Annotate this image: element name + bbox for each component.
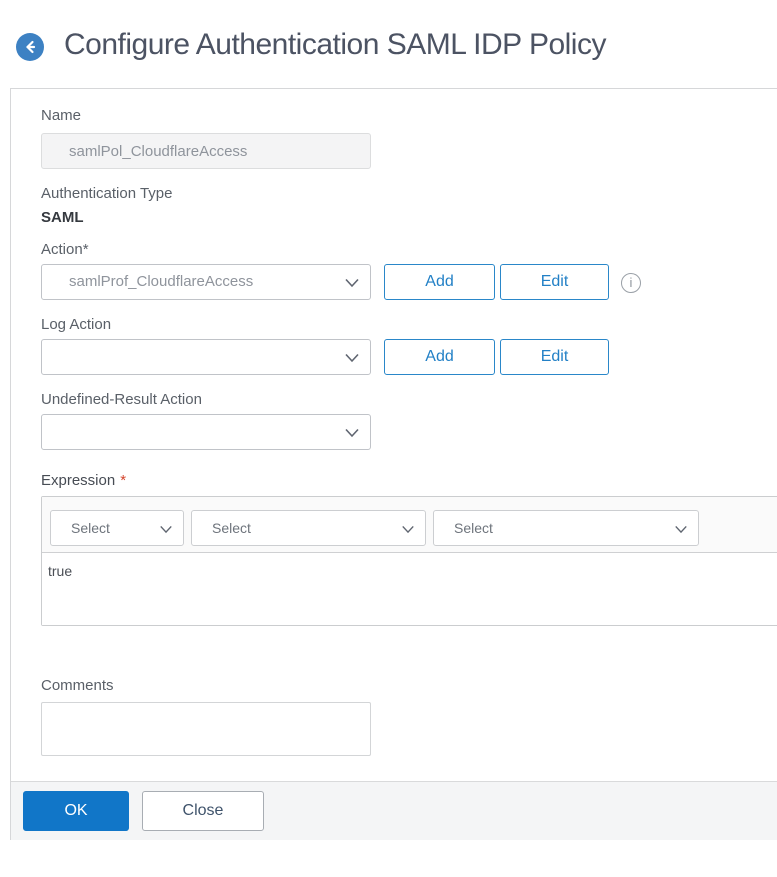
authentication-type-value: SAML	[41, 209, 84, 226]
comments-textarea[interactable]	[41, 702, 371, 756]
log-action-edit-button[interactable]: Edit	[500, 339, 609, 375]
action-select[interactable]: samlProf_CloudflareAccess	[41, 264, 371, 300]
expression-toolbar: Select Select Select	[42, 497, 777, 553]
expression-select-1[interactable]: Select	[50, 510, 184, 546]
action-add-button[interactable]: Add	[384, 264, 495, 300]
expression-required-marker: *	[120, 472, 127, 489]
expression-label: Expression *	[41, 472, 127, 489]
log-action-add-button[interactable]: Add	[384, 339, 495, 375]
back-button[interactable]	[16, 33, 44, 61]
undefined-result-action-select[interactable]	[41, 414, 371, 450]
action-select-value: samlProf_CloudflareAccess	[69, 273, 254, 290]
close-button[interactable]: Close	[142, 791, 264, 831]
expression-select-3-value: Select	[454, 520, 493, 536]
expression-builder: Select Select Select true	[41, 496, 777, 626]
page-title: Configure Authentication SAML IDP Policy	[64, 28, 606, 61]
expression-select-2-value: Select	[212, 520, 251, 536]
chevron-down-icon	[344, 426, 360, 444]
log-action-label: Log Action	[41, 316, 112, 333]
authentication-type-label: Authentication Type	[41, 185, 173, 202]
name-input	[41, 133, 371, 169]
comments-label: Comments	[41, 677, 114, 694]
arrow-left-icon	[22, 39, 38, 55]
action-required-marker: *	[82, 241, 89, 258]
action-label: Action*	[41, 241, 89, 258]
chevron-down-icon	[674, 522, 688, 540]
expression-select-3[interactable]: Select	[433, 510, 699, 546]
expression-select-2[interactable]: Select	[191, 510, 426, 546]
chevron-down-icon	[159, 522, 173, 540]
chevron-down-icon	[344, 351, 360, 369]
expression-textarea[interactable]: true	[42, 553, 777, 625]
action-edit-button[interactable]: Edit	[500, 264, 609, 300]
dialog-footer: OK Close	[11, 781, 777, 840]
log-action-select[interactable]	[41, 339, 371, 375]
page-header: Configure Authentication SAML IDP Policy	[0, 0, 777, 88]
undefined-result-action-label: Undefined-Result Action	[41, 391, 202, 408]
info-icon[interactable]: i	[621, 273, 641, 293]
chevron-down-icon	[344, 276, 360, 294]
form-panel: Name Authentication Type SAML Action* sa…	[10, 88, 777, 840]
chevron-down-icon	[401, 522, 415, 540]
expression-select-1-value: Select	[71, 520, 110, 536]
name-label: Name	[41, 107, 82, 124]
ok-button[interactable]: OK	[23, 791, 129, 831]
